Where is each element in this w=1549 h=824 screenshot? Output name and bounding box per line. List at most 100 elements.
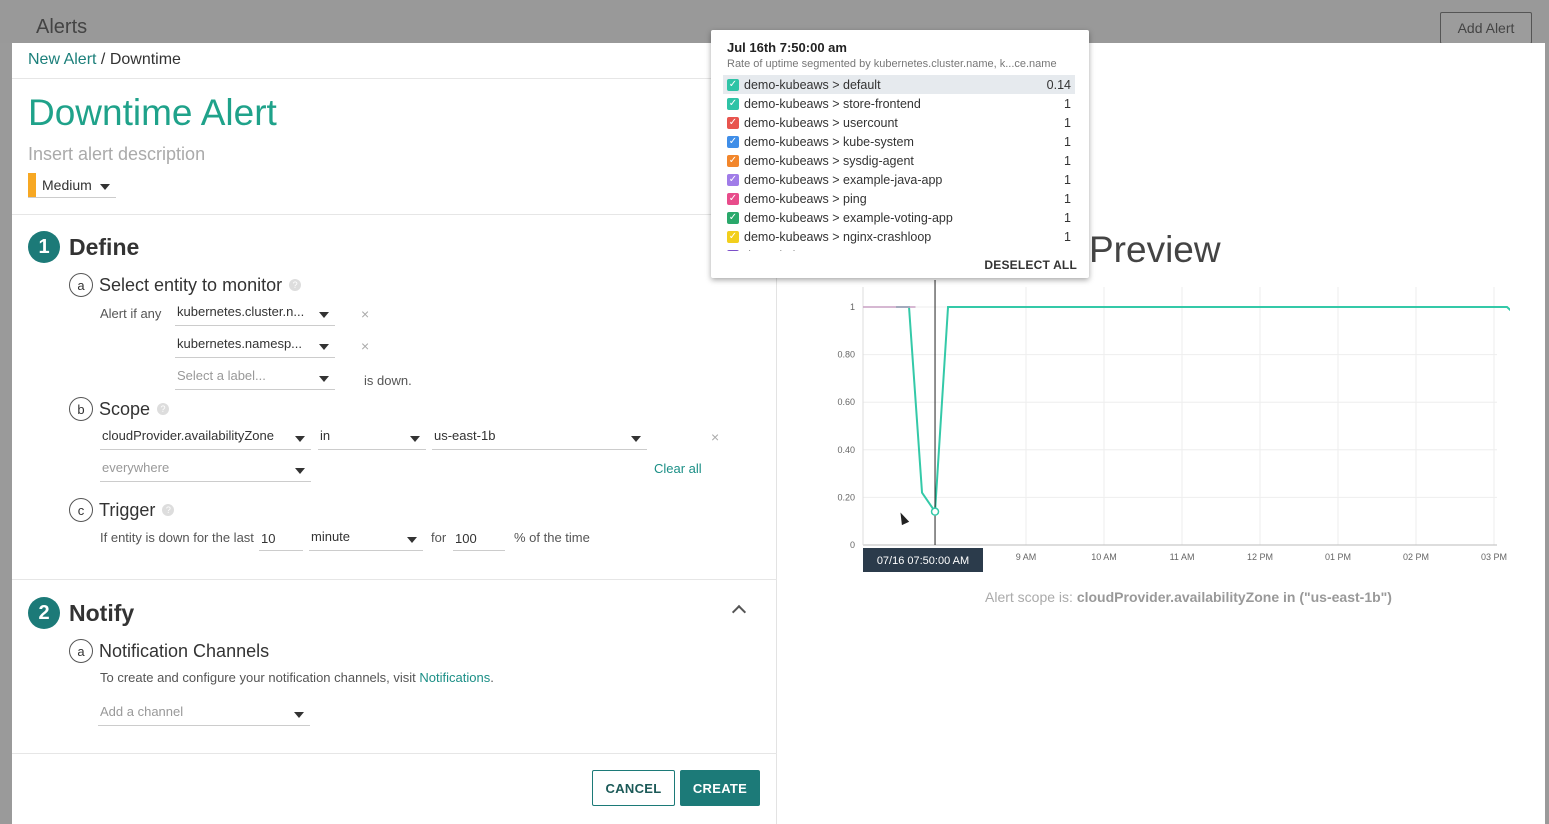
breadcrumb-separator: /	[96, 51, 110, 68]
x-tick-label: 11 AM	[1170, 552, 1195, 562]
checkbox-icon[interactable]: ✓	[727, 192, 739, 205]
chevron-down-icon	[295, 436, 305, 442]
series-value: 1	[1064, 115, 1071, 130]
tooltip-title: Jul 16th 7:50:00 am	[727, 40, 847, 55]
series-value: 1	[1064, 229, 1071, 244]
checkbox-icon[interactable]: ✓	[727, 116, 739, 129]
entity-label-select-1[interactable]: kubernetes.cluster.n...	[175, 300, 335, 326]
severity-value: Medium	[42, 177, 92, 193]
add-channel-select[interactable]: Add a channel	[98, 700, 310, 726]
series-name: demo-kubeaws > default	[744, 77, 881, 92]
remove-scope-icon[interactable]: ×	[711, 429, 719, 445]
entity-label-select-3[interactable]: Select a label...	[175, 364, 335, 390]
chevron-down-icon	[294, 712, 304, 718]
sidebar-backdrop	[0, 43, 12, 824]
checkbox-icon[interactable]: ✓	[727, 249, 739, 251]
select-value: us-east-1b	[434, 428, 496, 443]
tooltip-series-row[interactable]: ✓ demo-kubeaws > default 0.14	[723, 75, 1075, 94]
step-number: 1	[28, 231, 60, 263]
trigger-for-label: for	[431, 530, 447, 545]
alert-scope-text: Alert scope is: cloudProvider.availabili…	[985, 589, 1392, 605]
checkbox-icon[interactable]: ✓	[727, 97, 739, 110]
chevron-down-icon	[407, 537, 417, 543]
scope-prefix: Alert scope is:	[985, 589, 1077, 605]
add-alert-button[interactable]: Add Alert	[1440, 12, 1532, 44]
checkbox-icon[interactable]: ✓	[727, 230, 739, 243]
tooltip-series-row[interactable]: ✓ demo-kubeaws > ping 1	[723, 189, 1075, 208]
clear-all-link[interactable]: Clear all	[654, 461, 702, 476]
y-tick-label: 0	[850, 540, 855, 550]
tooltip-series-row[interactable]: ✓ demo-kubeaws > sysdig-agent 1	[723, 151, 1075, 170]
remove-label-icon[interactable]: ×	[361, 338, 369, 354]
checkbox-icon[interactable]: ✓	[727, 173, 739, 186]
chevron-down-icon	[319, 312, 329, 318]
severity-color-bar	[28, 173, 36, 197]
scope-add-select[interactable]: everywhere	[100, 456, 311, 482]
scope-key-select[interactable]: cloudProvider.availabilityZone	[100, 424, 311, 450]
severity-select[interactable]: Medium	[28, 173, 116, 198]
help-icon[interactable]: ?	[162, 504, 175, 516]
channels-section-header: a Notification Channels	[69, 639, 269, 663]
alert-description-input[interactable]: Insert alert description	[28, 144, 205, 165]
x-tick-label: 12 PM	[1247, 552, 1273, 562]
series-name: demo-kubeaws > ping	[744, 191, 867, 206]
series-line	[896, 306, 1510, 515]
series-value: 1	[1064, 96, 1071, 111]
step-label: Define	[69, 233, 140, 260]
step-label: Notify	[69, 599, 135, 626]
tooltip-series-row[interactable]: ✓ demo-kubeaws > usercount 1	[723, 113, 1075, 132]
help-icon[interactable]: ?	[289, 279, 302, 291]
tooltip-series-row[interactable]: ✓ demo-kubeaws > example-voting-app 1	[723, 208, 1075, 227]
tooltip-series-row[interactable]: ✓ demo-kubeaws > nginx-crashloop 1	[723, 227, 1075, 246]
chevron-down-icon	[631, 436, 641, 442]
trigger-unit-select[interactable]: minute	[309, 525, 423, 551]
x-tick-label: 02 PM	[1403, 552, 1429, 562]
series-name: demo-kubeaws > ...	[744, 249, 1064, 252]
breadcrumb: New Alert / Downtime	[28, 51, 181, 69]
notifications-link[interactable]: Notifications	[419, 670, 490, 685]
chevron-down-icon	[319, 376, 329, 382]
scope-value-select[interactable]: us-east-1b	[432, 424, 647, 450]
page-title: Alerts	[36, 16, 88, 38]
tooltip-series-row[interactable]: ✓ demo-kubeaws > example-java-app 1	[723, 170, 1075, 189]
step-define-header: 1 Define	[28, 231, 139, 263]
step-notify-header: 2 Notify	[28, 597, 134, 629]
remove-label-icon[interactable]: ×	[361, 306, 369, 322]
checkbox-icon[interactable]: ✓	[727, 211, 739, 224]
tooltip-series-row[interactable]: ✓ demo-kubeaws > store-frontend 1	[723, 94, 1075, 113]
scope-section-header: b Scope ?	[69, 397, 170, 421]
create-button[interactable]: CREATE	[680, 770, 760, 806]
breadcrumb-new-alert-link[interactable]: New Alert	[28, 51, 96, 68]
series-value: 0.14	[1046, 77, 1071, 92]
substep-letter: a	[69, 639, 93, 663]
deselect-all-button[interactable]: DESELECT ALL	[984, 258, 1077, 272]
trigger-percent-input[interactable]: 100	[453, 525, 505, 551]
chevron-down-icon	[295, 468, 305, 474]
entity-label-select-2[interactable]: kubernetes.namesp...	[175, 332, 335, 358]
preview-chart[interactable]: 0 0.20 0.40 0.60 0.80 1 9 AM 10 AM 11 AM 12 PM 01 …	[830, 280, 1510, 580]
tooltip-series-row[interactable]: ✓ demo-kubeaws > kube-system 1	[723, 132, 1075, 151]
alert-title[interactable]: Downtime Alert	[28, 92, 277, 134]
collapse-chevron-up-icon[interactable]	[731, 604, 747, 620]
trigger-duration-input[interactable]: 10	[259, 525, 303, 551]
tooltip-series-list[interactable]: ✓ demo-kubeaws > default 0.14 ✓ demo-kubeaws…	[723, 75, 1075, 251]
select-placeholder: everywhere	[102, 460, 170, 475]
help-icon[interactable]: ?	[157, 403, 170, 415]
select-value: cloudProvider.availabilityZone	[102, 428, 274, 443]
substep-label: Notification Channels	[99, 640, 270, 661]
series-value: 1	[1064, 172, 1071, 187]
select-value: kubernetes.namesp...	[177, 336, 303, 351]
trigger-section-header: c Trigger ?	[69, 498, 175, 522]
hover-point	[930, 507, 940, 516]
scope-operator-select[interactable]: in	[318, 424, 426, 450]
tooltip-series-row[interactable]: ✓ demo-kubeaws > ...1	[723, 246, 1075, 251]
preview-title: Preview	[1089, 229, 1221, 270]
checkbox-icon[interactable]: ✓	[727, 154, 739, 167]
cancel-button[interactable]: CANCEL	[592, 770, 675, 806]
checkbox-icon[interactable]: ✓	[727, 135, 739, 148]
chevron-down-icon	[319, 344, 329, 350]
checkbox-icon[interactable]: ✓	[727, 78, 739, 91]
substep-label: Select entity to monitor	[99, 274, 283, 295]
divider	[12, 579, 777, 580]
x-tick-label: 10 AM	[1091, 552, 1117, 562]
